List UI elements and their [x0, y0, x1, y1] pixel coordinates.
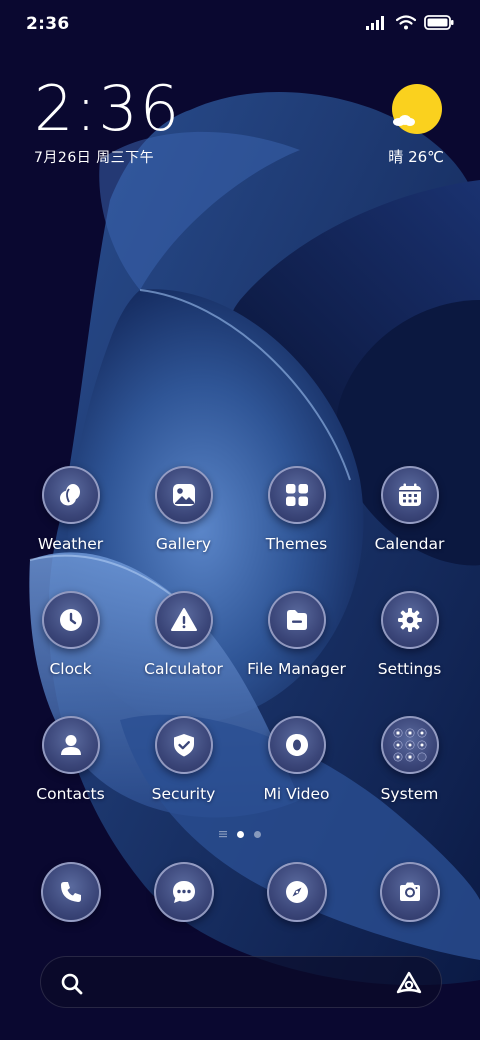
app-clock[interactable]: Clock	[14, 591, 127, 678]
app-calculator[interactable]: Calculator	[127, 591, 240, 678]
app-label: Contacts	[36, 785, 105, 803]
clock-widget[interactable]: 2:36 7月26日 周三下午	[34, 76, 181, 167]
app-security[interactable]: Security	[127, 716, 240, 803]
themes-icon	[267, 466, 326, 524]
search-icon[interactable]	[59, 971, 85, 1001]
app-label: Settings	[377, 660, 442, 678]
weather-widget[interactable]: 晴 26℃	[364, 84, 444, 174]
calendar-icon	[380, 466, 439, 524]
dock-browser[interactable]	[266, 862, 328, 924]
camera-icon	[380, 862, 440, 922]
status-bar: 2:36	[0, 0, 480, 50]
app-calendar[interactable]: Calendar	[353, 466, 466, 553]
app-label: Calendar	[374, 535, 445, 553]
app-label: Gallery	[155, 535, 212, 553]
settings-icon	[380, 591, 439, 649]
cloud-icon	[393, 115, 415, 126]
widget-time: 2:36	[34, 72, 182, 145]
weather-text: 晴 26℃	[388, 148, 444, 166]
signal-icon	[366, 15, 384, 30]
page-dot-active	[237, 830, 244, 838]
app-contacts[interactable]: Contacts	[14, 716, 127, 803]
app-label: System	[380, 785, 439, 803]
sun-icon	[392, 84, 442, 134]
app-label: Calculator	[144, 660, 223, 678]
browser-icon	[267, 862, 327, 922]
weather-icon	[41, 466, 100, 524]
app-mi-video[interactable]: Mi Video	[240, 716, 353, 803]
file-manager-icon	[267, 591, 326, 649]
status-time: 2:36	[26, 14, 70, 34]
page-dot	[254, 830, 261, 838]
search-bar[interactable]	[40, 956, 442, 1008]
app-label: Clock	[49, 660, 92, 678]
dock-phone[interactable]	[40, 862, 102, 924]
app-label: Themes	[265, 535, 328, 553]
app-label: File Manager	[247, 660, 346, 678]
dock-camera[interactable]	[379, 862, 441, 924]
app-system-folder[interactable]: System	[353, 716, 466, 803]
mi-video-icon	[267, 716, 326, 774]
status-icons	[366, 15, 454, 30]
app-settings[interactable]: Settings	[353, 591, 466, 678]
app-weather[interactable]: Weather	[14, 466, 127, 553]
wifi-icon	[396, 15, 416, 30]
clock-icon	[41, 591, 100, 649]
app-file-manager[interactable]: File Manager	[240, 591, 353, 678]
contacts-icon	[41, 716, 100, 774]
system-folder-icon	[380, 716, 439, 774]
app-label: Security	[151, 785, 216, 803]
widget-date: 7月26日 周三下午	[34, 150, 155, 166]
page-indicator[interactable]	[0, 830, 480, 838]
phone-icon	[41, 862, 101, 922]
app-themes[interactable]: Themes	[240, 466, 353, 553]
list-view-icon	[219, 831, 227, 838]
calculator-icon	[154, 591, 213, 649]
gallery-icon	[154, 466, 213, 524]
dock-messages[interactable]	[153, 862, 215, 924]
app-label: Mi Video	[263, 785, 330, 803]
battery-icon	[424, 15, 454, 30]
assistant-icon[interactable]	[395, 970, 423, 1000]
messages-icon	[154, 862, 214, 922]
app-gallery[interactable]: Gallery	[127, 466, 240, 553]
app-label: Weather	[37, 535, 104, 553]
security-icon	[154, 716, 213, 774]
